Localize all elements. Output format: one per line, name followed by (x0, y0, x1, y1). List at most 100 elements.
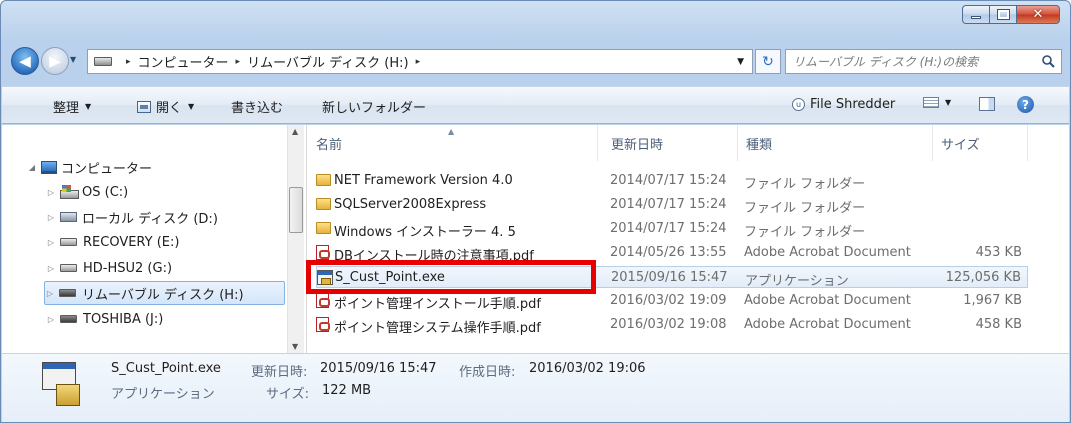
tree-item-computer[interactable]: ◢ コンピューター (27, 155, 152, 179)
tree-item-recovery-e[interactable]: ▷ RECOVERY (E:) (46, 230, 180, 254)
recent-pages-dropdown[interactable]: ▼ (70, 55, 76, 64)
column-header-modified[interactable]: 更新日時 (603, 125, 738, 161)
file-row[interactable]: SQLServer2008Express 2014/07/17 15:24 ファ… (316, 194, 1028, 216)
column-header-type[interactable]: 種類 (738, 125, 933, 161)
refresh-button[interactable]: ↻ (755, 49, 781, 74)
navigation-scrollbar[interactable]: ▲ ▼ (287, 125, 304, 353)
forward-button[interactable]: ▶ (41, 47, 69, 75)
file-modified: 2014/07/17 15:24 (610, 197, 727, 212)
file-size: 458 KB (975, 317, 1022, 332)
close-button[interactable]: ✕ (1016, 5, 1060, 24)
file-type: Adobe Acrobat Document (744, 317, 911, 332)
removable-drive-icon (60, 315, 77, 323)
expand-triangle-icon[interactable]: ▷ (46, 213, 56, 222)
address-history-dropdown[interactable]: ▼ (737, 57, 744, 67)
file-modified: 2014/07/17 15:24 (610, 221, 727, 236)
maximize-button[interactable] (989, 5, 1016, 24)
expand-triangle-icon[interactable]: ▷ (45, 289, 55, 298)
tree-item-hd-hsu2-g[interactable]: ▷ HD-HSU2 (G:) (46, 256, 172, 280)
breadcrumb-separator[interactable]: ▸ (126, 57, 131, 67)
file-type: Adobe Acrobat Document (744, 293, 911, 308)
details-modified-value: 2015/09/16 15:47 (320, 361, 437, 376)
file-type: ファイル フォルダー (744, 177, 866, 192)
file-modified: 2016/03/02 19:08 (610, 317, 727, 332)
breadcrumb-computer[interactable]: コンピューター (138, 52, 229, 71)
address-row: ◀ ▶ ▼ ▸ コンピューター ▸ リムーバブル ディスク (H:) ▸ ▼ ↻ (9, 46, 1062, 76)
drive-icon (60, 264, 77, 272)
preview-pane-button[interactable] (979, 97, 995, 111)
file-name: Windows インストーラー 4. 5 (334, 225, 516, 240)
minimize-button[interactable] (962, 5, 989, 24)
file-type: ファイル フォルダー (744, 201, 866, 216)
tree-item-os-c[interactable]: ▷ OS (C:) (46, 180, 128, 204)
scroll-up-icon[interactable]: ▲ (292, 127, 298, 136)
content-area: ◢ コンピューター ▷ OS (C:) ▷ ローカル ディスク (D:) ▷ R… (2, 125, 1069, 353)
column-header-size[interactable]: サイズ (933, 125, 1028, 161)
scroll-down-icon[interactable]: ▼ (292, 342, 298, 351)
expand-triangle-icon[interactable]: ▷ (46, 188, 56, 197)
back-button[interactable]: ◀ (11, 47, 39, 75)
new-folder-button[interactable]: 新しいフォルダー (322, 97, 426, 116)
file-row[interactable]: NET Framework Version 4.0 2014/07/17 15:… (316, 170, 1028, 192)
tree-item-local-disk-d[interactable]: ▷ ローカル ディスク (D:) (46, 205, 218, 229)
file-type: アプリケーション (745, 274, 849, 289)
file-shredder-button[interactable]: u File Shredder (792, 97, 895, 112)
breadcrumb-separator[interactable]: ▸ (416, 57, 421, 67)
collapse-triangle-icon[interactable]: ◢ (27, 163, 37, 172)
removable-drive-icon (59, 289, 76, 297)
search-box (785, 49, 1062, 74)
file-row[interactable]: Windows インストーラー 4. 5 2014/07/17 15:24 ファ… (316, 218, 1028, 240)
file-name: NET Framework Version 4.0 (334, 173, 513, 188)
file-modified: 2014/05/26 13:55 (610, 245, 727, 260)
address-bar[interactable]: ▸ コンピューター ▸ リムーバブル ディスク (H:) ▸ ▼ (87, 49, 753, 74)
tree-item-removable-disk-h[interactable]: ▷ リムーバブル ディスク (H:) (44, 281, 285, 305)
column-header-name[interactable]: 名前 (308, 125, 598, 161)
scrollbar-thumb[interactable] (289, 187, 303, 233)
back-arrow-icon: ◀ (19, 52, 31, 70)
file-size: 1,967 KB (963, 293, 1022, 308)
minimize-icon (971, 16, 981, 19)
tree-item-label: コンピューター (61, 161, 153, 177)
details-pane: S_Cust_Point.exe 更新日時: 2015/09/16 15:47 … (2, 353, 1069, 422)
forward-arrow-icon: ▶ (49, 52, 61, 70)
burn-button[interactable]: 書き込む (231, 97, 283, 116)
folder-icon (316, 174, 331, 186)
organize-button[interactable]: 整理 ▼ (53, 97, 91, 116)
pdf-icon (316, 293, 330, 308)
expand-triangle-icon[interactable]: ▷ (46, 238, 56, 247)
file-shredder-label: File Shredder (810, 97, 896, 112)
breadcrumb-separator[interactable]: ▸ (236, 57, 241, 67)
details-modified-label: 更新日時: (251, 365, 308, 380)
burn-label: 書き込む (231, 101, 284, 116)
file-type: Adobe Acrobat Document (744, 245, 911, 260)
file-modified: 2015/09/16 15:47 (611, 270, 728, 285)
tree-item-label: リムーバブル ディスク (H:) (82, 287, 244, 303)
help-icon: ? (1017, 96, 1034, 113)
open-icon (137, 100, 151, 113)
preview-pane-icon (979, 97, 995, 111)
pdf-icon (316, 245, 330, 260)
tree-item-label: OS (C:) (82, 184, 129, 200)
computer-icon (41, 160, 57, 174)
expand-triangle-icon[interactable]: ▷ (46, 315, 56, 324)
search-input[interactable] (793, 54, 1021, 69)
file-name: ポイント管理インストール手順.pdf (334, 297, 541, 312)
breadcrumb-removable-disk[interactable]: リムーバブル ディスク (H:) (247, 52, 409, 71)
tree-item-toshiba-j[interactable]: ▷ TOSHIBA (J:) (46, 307, 163, 331)
navigation-pane: ◢ コンピューター ▷ OS (C:) ▷ ローカル ディスク (D:) ▷ R… (2, 125, 307, 353)
change-view-button[interactable]: ▼ (923, 97, 951, 108)
file-row[interactable]: ポイント管理システム操作手順.pdf 2016/03/02 19:08 Adob… (316, 314, 1028, 336)
file-shredder-icon: u (792, 98, 805, 111)
explorer-window: ✕ ◀ ▶ ▼ ▸ コンピューター ▸ リムーバブル ディスク (H:) ▸ ▼… (0, 0, 1071, 423)
local-disk-icon (60, 212, 77, 222)
tree-item-label: ローカル ディスク (D:) (82, 211, 218, 227)
file-size: 125,056 KB (945, 270, 1021, 285)
help-button[interactable]: ? (1017, 96, 1034, 113)
expand-triangle-icon[interactable]: ▷ (46, 264, 56, 273)
open-button[interactable]: 開く ▼ (137, 97, 194, 116)
annotation-highlight-box (306, 260, 596, 294)
application-large-icon (42, 362, 80, 414)
maximize-icon (996, 9, 1010, 20)
open-label: 開く (156, 101, 183, 116)
search-icon[interactable] (1041, 54, 1055, 68)
